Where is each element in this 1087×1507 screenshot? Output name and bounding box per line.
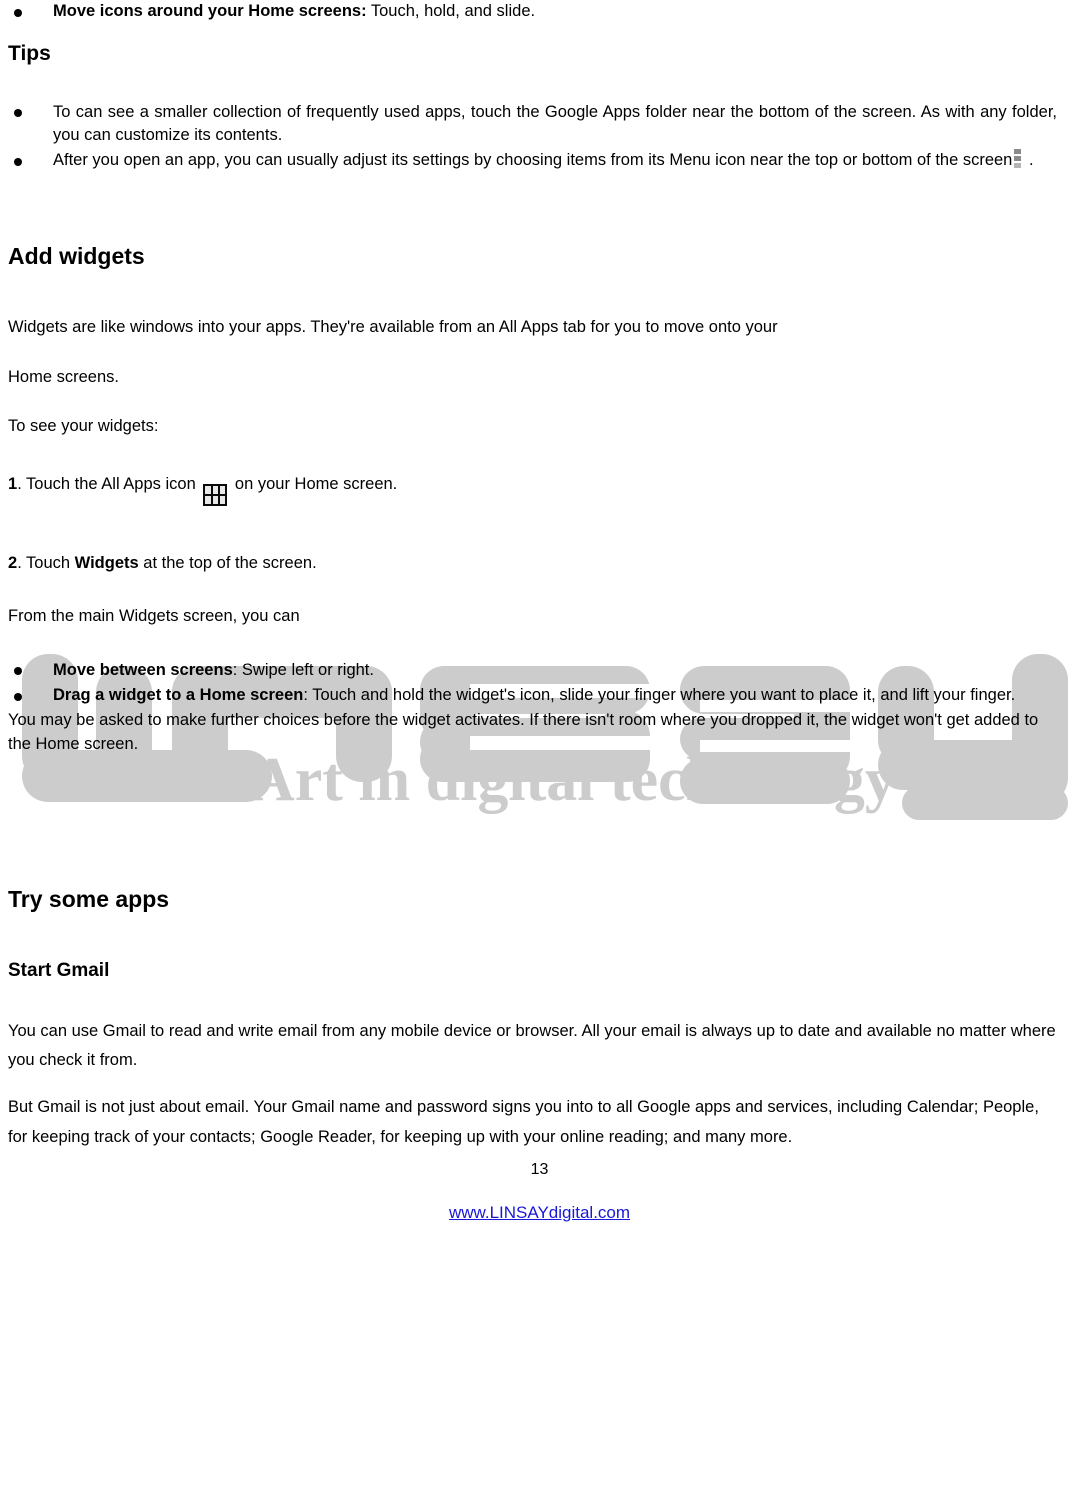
step-1-before: . Touch the All Apps icon [17,474,201,493]
step-2-bold: Widgets [74,553,139,572]
step-2-number: 2 [8,553,18,572]
add-widgets-step-2: 2. Touch Widgets at the top of the scree… [8,552,1071,575]
widget-bullet-1-label: Drag a widget to a Home screen [53,686,304,704]
add-widgets-step-1: 1. Touch the All Apps icon on your Home … [8,473,1071,506]
bullet-dot-icon [14,109,22,118]
widget-bullet-0-text: : Swipe left or right. [232,660,374,679]
list-item: Move icons around your Home screens: Tou… [8,0,1071,23]
start-gmail-paragraph-1: But Gmail is not just about email. Your … [8,1098,1039,1146]
heading-try-some-apps: Try some apps [8,886,170,913]
list-item: Drag a widget to a Home screen: Touch an… [8,684,1071,707]
step-1-after: on your Home screen. [230,474,398,493]
add-widgets-paragraph-0: Widgets are like windows into your apps.… [8,318,778,337]
step-1-number: 1 [8,474,18,493]
tips-item-1-after: . [1024,151,1034,170]
heading-tips: Tips [8,42,51,66]
widget-bullet-0-label: Move between screens [53,660,233,679]
add-widgets-paragraph-1: Home screens. [8,367,119,386]
list-item: To can see a smaller collection of frequ… [8,101,1071,148]
all-apps-grid-icon [203,483,228,506]
start-gmail-paragraph-0: You can use Gmail to read and write emai… [8,1021,1056,1070]
document-content: Move icons around your Home screens: Tou… [0,0,1087,1223]
move-icons-label: Move icons around your Home screens: [53,2,367,20]
bullet-dot-icon [14,667,22,676]
add-widgets-closing: You may be asked to make further choices… [8,711,1039,753]
move-icons-text: Touch, hold, and slide. [366,2,536,20]
heading-add-widgets: Add widgets [8,242,145,269]
page-number: 13 [530,1161,549,1179]
bullet-dot-icon [14,692,22,701]
add-widgets-lead-in: From the main Widgets screen, you can [8,607,300,626]
bullet-dot-icon [14,8,22,17]
add-widgets-paragraph-2: To see your widgets: [8,417,159,436]
document-page: Art in digital technology Move icons aro… [0,0,1087,1507]
widget-bullet-1-text: : Touch and hold the widget's icon, slid… [303,686,1016,704]
tips-item-1-before: After you open an app, you can usually a… [53,151,1013,170]
step-2-before: . Touch [17,553,75,572]
footer-website-link[interactable]: www.LINSAYdigital.com [449,1203,630,1222]
tips-item-0-text: To can see a smaller collection of frequ… [53,102,1057,145]
list-item: Move between screens: Swipe left or righ… [8,659,1071,682]
bullet-dot-icon [14,158,22,167]
list-item: After you open an app, you can usually a… [8,149,1071,172]
step-2-after: at the top of the screen. [138,553,317,572]
menu-dots-icon [1014,149,1022,169]
heading-start-gmail: Start Gmail [8,959,110,981]
footer: www.LINSAYdigital.com [8,1203,1071,1223]
